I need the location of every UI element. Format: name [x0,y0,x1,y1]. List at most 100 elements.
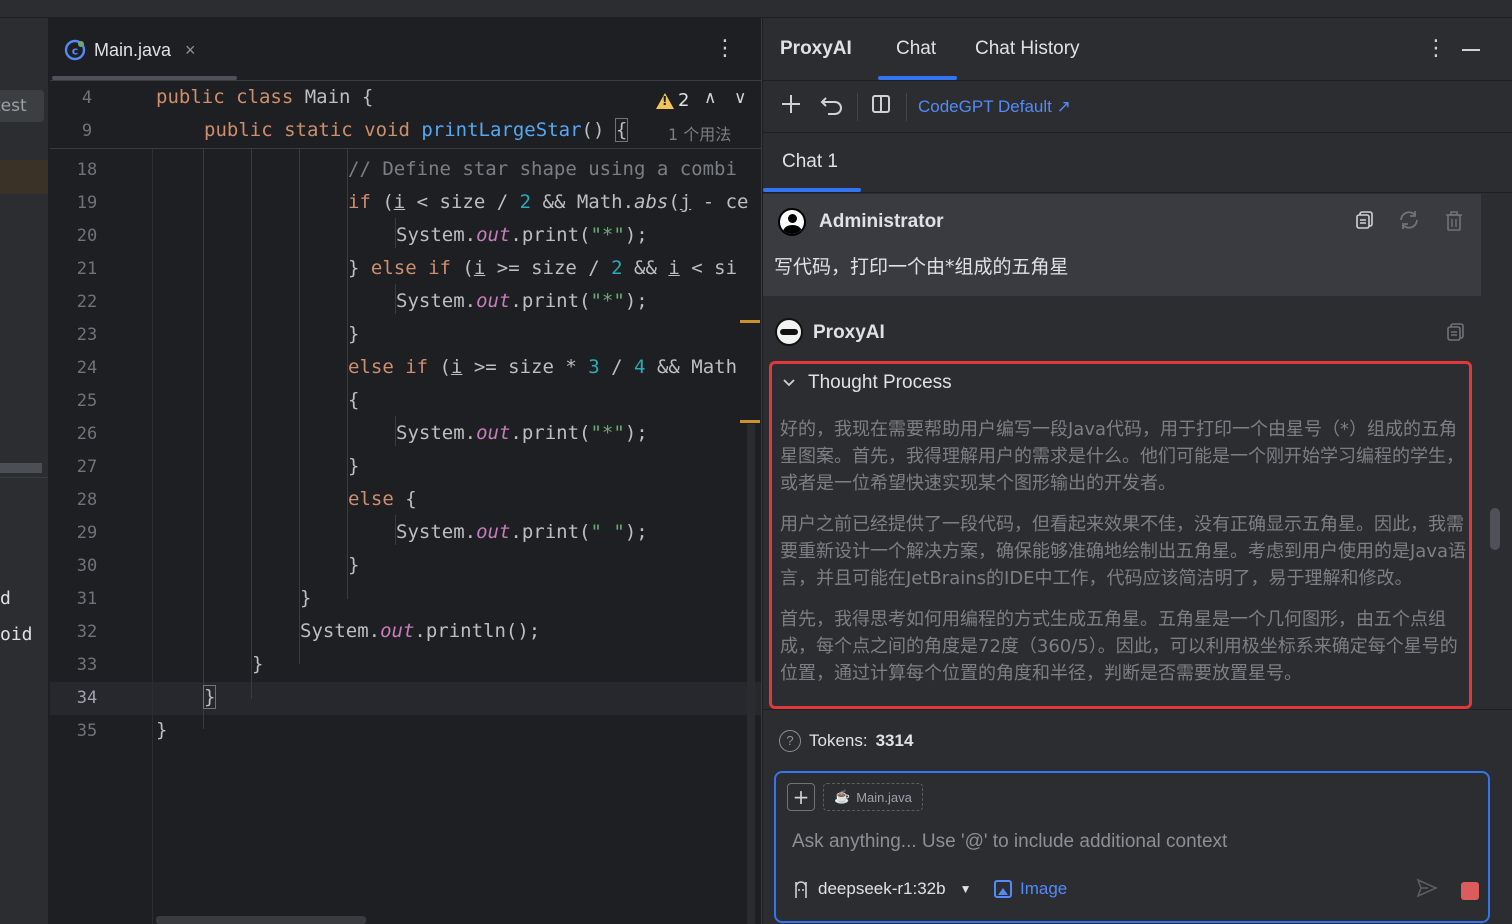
chat-input-box[interactable]: + ☕ Main.java Ask anything... Use '@' to… [774,771,1490,923]
line-number: 32 [76,622,98,642]
warning-count: 2 [678,90,690,111]
project-tree-node[interactable]: test [0,90,44,122]
help-icon[interactable]: ? [779,730,801,752]
project-tool-window: test d oid [0,18,49,924]
thought-process-title: Thought Process [808,372,952,393]
toolbar-divider [906,93,907,121]
panel-header: ProxyAI Chat Chat History ⋮ [763,18,1512,81]
editor-horizontal-scrollbar[interactable] [156,916,366,924]
panel-divider [763,709,1512,710]
copy-icon[interactable] [1355,210,1375,235]
chat-scrollbar[interactable] [1490,508,1500,550]
inspection-widget[interactable]: 2 [656,90,689,111]
thought-paragraph: 首先，我得思考如何用编程的方式生成五角星。五角星是一个几何图形，由五个点组成，每… [780,609,1458,684]
line-number: 31 [76,589,98,609]
model-name: deepseek-r1:32b [818,879,946,898]
svg-text:c: c [72,45,79,58]
java-class-icon: c [64,39,86,61]
proxyai-panel: ProxyAI Chat Chat History ⋮ CodeGPT Defa… [763,18,1512,924]
line-number: 34 [76,688,98,708]
line-number: 35 [76,721,98,741]
editor-vertical-scrollbar[interactable] [747,424,755,924]
code-line: public static void printLargeStar() { [204,118,629,142]
tokens-label: Tokens: [809,731,868,750]
chevron-up-icon[interactable]: ∧ [704,88,716,108]
toolbar-divider [857,93,858,121]
usages-hint[interactable]: 1 个用法 [668,121,731,145]
copy-icon[interactable] [1446,322,1466,347]
code-editor[interactable]: c Main.java × ⋮ 4 public class Main { 9 … [50,18,762,924]
chevron-down-icon[interactable]: ∨ [734,88,746,108]
context-file-chip[interactable]: ☕ Main.java [823,783,923,811]
scrollbar-marker[interactable] [740,420,760,423]
new-chat-icon[interactable] [780,93,802,121]
chat-session-tabs: Chat 1 [763,133,1512,193]
line-number: 27 [76,457,98,477]
minimize-icon[interactable] [1462,49,1480,51]
line-number: 30 [76,556,98,576]
regenerate-icon[interactable] [1397,210,1421,235]
dropdown-arrow-icon: ▼ [959,882,972,896]
code-line: } [202,685,217,709]
warning-icon [656,92,674,109]
trash-icon[interactable] [1444,210,1464,237]
stop-button[interactable] [1461,882,1479,900]
code-line: System.out.print("*"); [396,290,648,312]
more-options-icon[interactable]: ⋮ [714,36,736,61]
line-number: 22 [76,292,98,312]
current-line-highlight [50,682,761,715]
project-tree-selection[interactable] [0,160,48,194]
user-message: Administrator 写代码，打印一个由*组成的五角星 [763,194,1481,296]
code-line: } [348,554,360,576]
tab-chat[interactable]: Chat [896,38,936,60]
project-scrollbar[interactable] [0,463,42,473]
editor-tab-bar: c Main.java × ⋮ [50,18,761,81]
scrollbar-marker[interactable] [740,320,760,323]
tab-chat-history[interactable]: Chat History [975,38,1080,60]
model-config-link[interactable]: CodeGPT Default ↗ [918,97,1071,117]
tab-label: Main.java [94,39,172,60]
line-number: 4 [81,88,93,108]
undo-icon[interactable] [820,93,844,121]
indent-guide [251,149,252,699]
project-tree-item[interactable]: oid [0,624,33,645]
active-tab-indicator [878,76,957,80]
line-number: 18 [76,160,98,180]
line-number: 21 [76,259,98,279]
context-file-name: Main.java [856,789,912,805]
project-tree-item[interactable]: d [0,588,11,609]
token-counter: ? Tokens: 3314 [779,730,913,752]
code-line: else { [348,488,417,510]
user-message-text: 写代码，打印一个由*组成的五角星 [774,256,1069,278]
model-selector[interactable]: deepseek-r1:32b ▼ [792,879,971,899]
chevron-down-icon [783,379,795,387]
close-icon[interactable]: × [185,40,196,61]
prompt-input[interactable]: Ask anything... Use '@' to include addit… [792,831,1227,853]
thought-process-content: 好的，我现在需要帮助用户编写一段Java代码，用于打印一个由星号（*）组成的五角… [780,416,1468,701]
assistant-header: ProxyAI [763,312,1481,356]
thought-paragraph: 好的，我现在需要帮助用户编写一段Java代码，用于打印一个由星号（*）组成的五角… [780,419,1464,494]
thought-process-block: Thought Process 好的，我现在需要帮助用户编写一段Java代码，用… [769,361,1472,709]
panel-title: ProxyAI [780,38,852,59]
line-number: 23 [76,325,98,345]
thought-process-toggle[interactable]: Thought Process [782,372,952,394]
line-number: 26 [76,424,98,444]
code-line: else if (i >= size * 3 / 4 && Math [348,356,738,378]
code-line: } [348,323,360,345]
line-number: 20 [76,226,98,246]
active-tab-indicator [763,188,861,192]
tab-main-java[interactable]: c Main.java × [64,32,196,68]
send-icon[interactable] [1416,877,1438,905]
attach-image-button[interactable]: Image [994,879,1067,899]
more-options-icon[interactable]: ⋮ [1425,36,1447,61]
line-number: 29 [76,523,98,543]
add-context-button[interactable]: + [787,783,815,811]
code-line: System.out.print("*"); [396,422,648,444]
tab-chat-1[interactable]: Chat 1 [782,151,838,173]
code-line: } [156,719,168,741]
split-view-icon[interactable] [871,93,891,121]
proxyai-avatar [775,318,803,346]
line-number: 19 [76,193,98,213]
line-number: 9 [81,121,93,141]
indent-guide [203,149,204,729]
